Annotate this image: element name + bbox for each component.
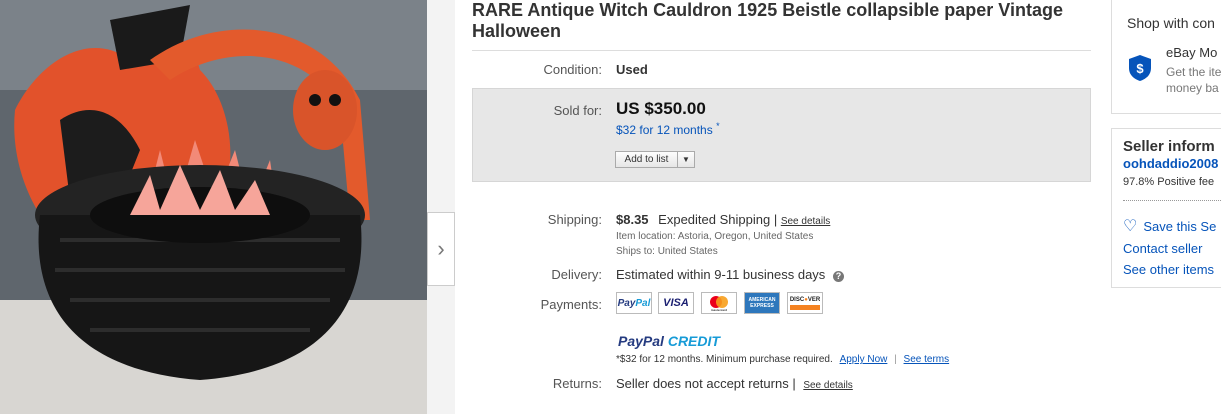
money-back-line1: Get the ite	[1166, 65, 1221, 79]
amex-badge: AMERICAN EXPRESS	[744, 292, 780, 314]
visa-badge: VISA	[658, 292, 694, 314]
credit-terms: *$32 for 12 months. Minimum purchase req…	[616, 354, 833, 365]
sold-price: US $350.00	[616, 99, 706, 118]
heart-icon[interactable]: ♡	[1123, 218, 1137, 235]
paypal-badge: Pay Pal	[616, 292, 652, 314]
shipping-details-link[interactable]: See details	[781, 216, 830, 227]
item-image-gallery[interactable]: ›	[0, 0, 455, 414]
seller-feedback: 97.8% Positive fee	[1123, 176, 1215, 188]
ships-to: Ships to: United States	[616, 246, 718, 257]
add-to-list-label[interactable]: Add to list	[616, 152, 678, 167]
condition-value: Used	[616, 62, 648, 77]
shipping-cost: $8.35	[616, 212, 649, 227]
returns-line: Seller does not accept returns | See det…	[616, 376, 853, 391]
question-icon[interactable]: ?	[832, 271, 844, 282]
item-photo[interactable]	[0, 0, 427, 414]
add-to-list-button[interactable]: Add to list ▼	[615, 151, 695, 168]
discover-badge: DISC●VER	[787, 292, 823, 314]
svg-text:$: $	[1136, 61, 1144, 76]
listing-title: RARE Antique Witch Cauldron 1925 Beistle…	[472, 0, 1063, 41]
delivery-value: Estimated within 9-11 business days	[616, 267, 826, 282]
contact-seller-link[interactable]: Contact seller	[1123, 241, 1202, 256]
item-location: Item location: Astoria, Oregon, United S…	[616, 231, 814, 242]
credit-offer-text[interactable]: $32 for 12 months	[616, 123, 713, 137]
chevron-right-icon: ›	[437, 236, 445, 261]
next-image-button[interactable]: ›	[427, 212, 455, 286]
returns-details-link[interactable]: See details	[803, 380, 852, 391]
money-back-title: eBay Mo	[1166, 45, 1218, 60]
shop-confidence-header: Shop with con	[1127, 15, 1215, 31]
money-back-line2: money ba	[1166, 81, 1219, 95]
returns-label: Returns:	[552, 376, 602, 391]
see-terms-link[interactable]: See terms	[904, 354, 950, 365]
dollar-shield-icon: $	[1129, 55, 1151, 81]
save-seller-link[interactable]: ♡ Save this Se	[1123, 216, 1216, 236]
seller-name-link[interactable]: oohdaddio2008	[1123, 156, 1218, 171]
see-other-items-link[interactable]: See other items	[1123, 262, 1214, 277]
apply-now-link[interactable]: Apply Now	[840, 354, 888, 365]
shipping-line: $8.35 Expedited Shipping | See details	[616, 212, 830, 227]
condition-label: Condition:	[543, 62, 602, 77]
paypal-credit-logo: PayPal CREDIT	[618, 333, 720, 349]
shipping-label: Shipping:	[547, 212, 602, 227]
returns-value: Seller does not accept returns |	[616, 376, 796, 391]
sold-for-label: Sold for:	[553, 103, 602, 118]
delivery-line: Estimated within 9-11 business days ?	[616, 267, 844, 282]
delivery-label: Delivery:	[551, 267, 602, 282]
mastercard-badge: mastercard	[701, 292, 737, 314]
credit-star: *	[716, 121, 720, 131]
payments-label: Payments:	[540, 297, 602, 312]
seller-divider	[1123, 200, 1221, 201]
chevron-down-icon[interactable]: ▼	[678, 155, 694, 164]
svg-text:mastercard: mastercard	[711, 308, 727, 312]
credit-offer-link[interactable]: $32 for 12 months *	[616, 121, 720, 137]
shipping-method: Expedited Shipping |	[658, 212, 778, 227]
seller-info-header: Seller inform	[1123, 138, 1215, 155]
title-divider	[472, 50, 1091, 51]
credit-terms-line: *$32 for 12 months. Minimum purchase req…	[616, 354, 950, 365]
